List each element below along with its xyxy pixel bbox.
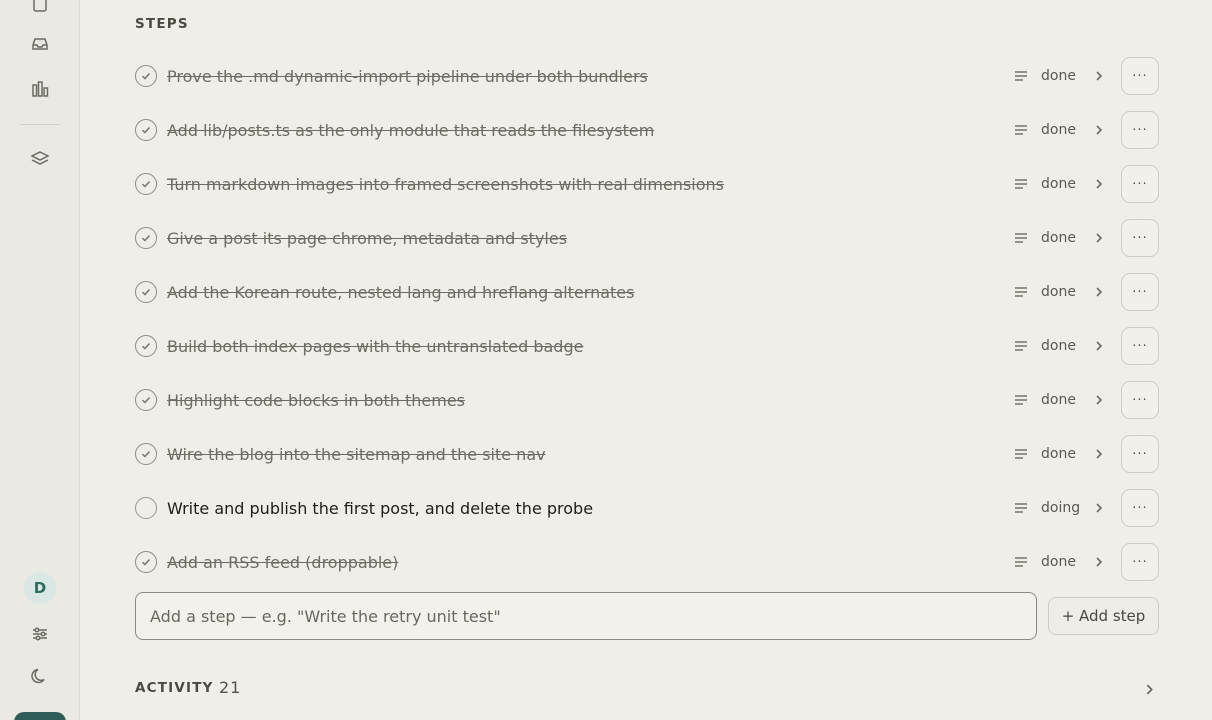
- check-circle-icon[interactable]: [135, 65, 157, 87]
- step-status[interactable]: done: [1041, 446, 1087, 462]
- step-title[interactable]: Give a post its page chrome, metadata an…: [167, 229, 1013, 248]
- step-title[interactable]: Highlight code blocks in both themes: [167, 391, 1013, 410]
- chevron-right-icon[interactable]: [1089, 498, 1109, 518]
- layers-icon[interactable]: [27, 146, 53, 172]
- chevron-right-icon[interactable]: [1089, 336, 1109, 356]
- notes-icon: [1013, 230, 1029, 246]
- step-more-button[interactable]: ···: [1121, 219, 1159, 257]
- check-circle-icon[interactable]: [135, 389, 157, 411]
- notes-icon: [1013, 500, 1029, 516]
- chevron-right-icon[interactable]: [1089, 228, 1109, 248]
- step-row[interactable]: Turn markdown images into framed screens…: [135, 165, 1159, 203]
- activity-expand-chevron-icon[interactable]: [1139, 679, 1159, 699]
- step-title[interactable]: Wire the blog into the sitemap and the s…: [167, 445, 1013, 464]
- step-status[interactable]: done: [1041, 338, 1087, 354]
- chevron-right-icon[interactable]: [1089, 390, 1109, 410]
- sliders-icon[interactable]: [27, 621, 53, 647]
- step-row[interactable]: Add an RSS feed (droppable) done ···: [135, 543, 1159, 581]
- step-row[interactable]: Highlight code blocks in both themes done…: [135, 381, 1159, 419]
- activity-count: 21: [219, 678, 242, 697]
- chevron-right-icon[interactable]: [1089, 282, 1109, 302]
- notes-icon: [1013, 122, 1029, 138]
- step-row[interactable]: Prove the .md dynamic-import pipeline un…: [135, 57, 1159, 95]
- step-row[interactable]: Wire the blog into the sitemap and the s…: [135, 435, 1159, 473]
- add-step-button[interactable]: + Add step: [1048, 597, 1159, 635]
- step-more-button[interactable]: ···: [1121, 543, 1159, 581]
- step-title[interactable]: Write and publish the first post, and de…: [167, 499, 1013, 518]
- step-title[interactable]: Turn markdown images into framed screens…: [167, 175, 1013, 194]
- step-title[interactable]: Add the Korean route, nested lang and hr…: [167, 283, 1013, 302]
- check-circle-icon[interactable]: [135, 281, 157, 303]
- step-more-button[interactable]: ···: [1121, 273, 1159, 311]
- check-circle-icon[interactable]: [135, 119, 157, 141]
- add-step-input[interactable]: [135, 592, 1037, 640]
- step-status[interactable]: done: [1041, 392, 1087, 408]
- chart-icon[interactable]: [27, 76, 53, 102]
- step-status[interactable]: done: [1041, 68, 1087, 84]
- step-status[interactable]: done: [1041, 554, 1087, 570]
- check-circle-icon[interactable]: [135, 173, 157, 195]
- chevron-right-icon[interactable]: [1089, 444, 1109, 464]
- rail-primary-button[interactable]: [14, 712, 66, 720]
- check-circle-icon[interactable]: [135, 551, 157, 573]
- main-panel: STEPS Prove the .md dynamic-import pipel…: [81, 0, 1212, 720]
- step-more-button[interactable]: ···: [1121, 111, 1159, 149]
- step-more-button[interactable]: ···: [1121, 381, 1159, 419]
- chevron-right-icon[interactable]: [1089, 66, 1109, 86]
- left-rail: D: [0, 0, 80, 720]
- step-row[interactable]: Add lib/posts.ts as the only module that…: [135, 111, 1159, 149]
- step-more-button[interactable]: ···: [1121, 57, 1159, 95]
- chevron-right-icon[interactable]: [1089, 120, 1109, 140]
- empty-circle-icon[interactable]: [135, 497, 157, 519]
- steps-heading: STEPS: [135, 16, 189, 32]
- check-circle-icon[interactable]: [135, 335, 157, 357]
- step-status[interactable]: done: [1041, 284, 1087, 300]
- step-status[interactable]: doing: [1041, 500, 1087, 516]
- activity-heading: ACTIVITY: [135, 680, 214, 696]
- step-row[interactable]: Add the Korean route, nested lang and hr…: [135, 273, 1159, 311]
- step-more-button[interactable]: ···: [1121, 489, 1159, 527]
- step-more-button[interactable]: ···: [1121, 165, 1159, 203]
- notes-icon: [1013, 338, 1029, 354]
- document-icon[interactable]: [27, 0, 53, 16]
- chevron-right-icon[interactable]: [1089, 174, 1109, 194]
- chevron-right-icon[interactable]: [1089, 552, 1109, 572]
- notes-icon: [1013, 392, 1029, 408]
- rail-divider: [20, 124, 60, 125]
- step-title[interactable]: Prove the .md dynamic-import pipeline un…: [167, 67, 1013, 86]
- step-row[interactable]: Give a post its page chrome, metadata an…: [135, 219, 1159, 257]
- check-circle-icon[interactable]: [135, 227, 157, 249]
- notes-icon: [1013, 284, 1029, 300]
- step-more-button[interactable]: ···: [1121, 435, 1159, 473]
- step-status[interactable]: done: [1041, 230, 1087, 246]
- notes-icon: [1013, 554, 1029, 570]
- inbox-icon[interactable]: [27, 31, 53, 57]
- notes-icon: [1013, 446, 1029, 462]
- check-circle-icon[interactable]: [135, 443, 157, 465]
- notes-icon: [1013, 176, 1029, 192]
- notes-icon: [1013, 68, 1029, 84]
- step-more-button[interactable]: ···: [1121, 327, 1159, 365]
- step-status[interactable]: done: [1041, 176, 1087, 192]
- moon-icon[interactable]: [27, 663, 53, 689]
- step-row[interactable]: Write and publish the first post, and de…: [135, 489, 1159, 527]
- step-title[interactable]: Add an RSS feed (droppable): [167, 553, 1013, 572]
- step-row[interactable]: Build both index pages with the untransl…: [135, 327, 1159, 365]
- step-status[interactable]: done: [1041, 122, 1087, 138]
- step-title[interactable]: Add lib/posts.ts as the only module that…: [167, 121, 1013, 140]
- avatar[interactable]: D: [24, 572, 56, 604]
- step-title[interactable]: Build both index pages with the untransl…: [167, 337, 1013, 356]
